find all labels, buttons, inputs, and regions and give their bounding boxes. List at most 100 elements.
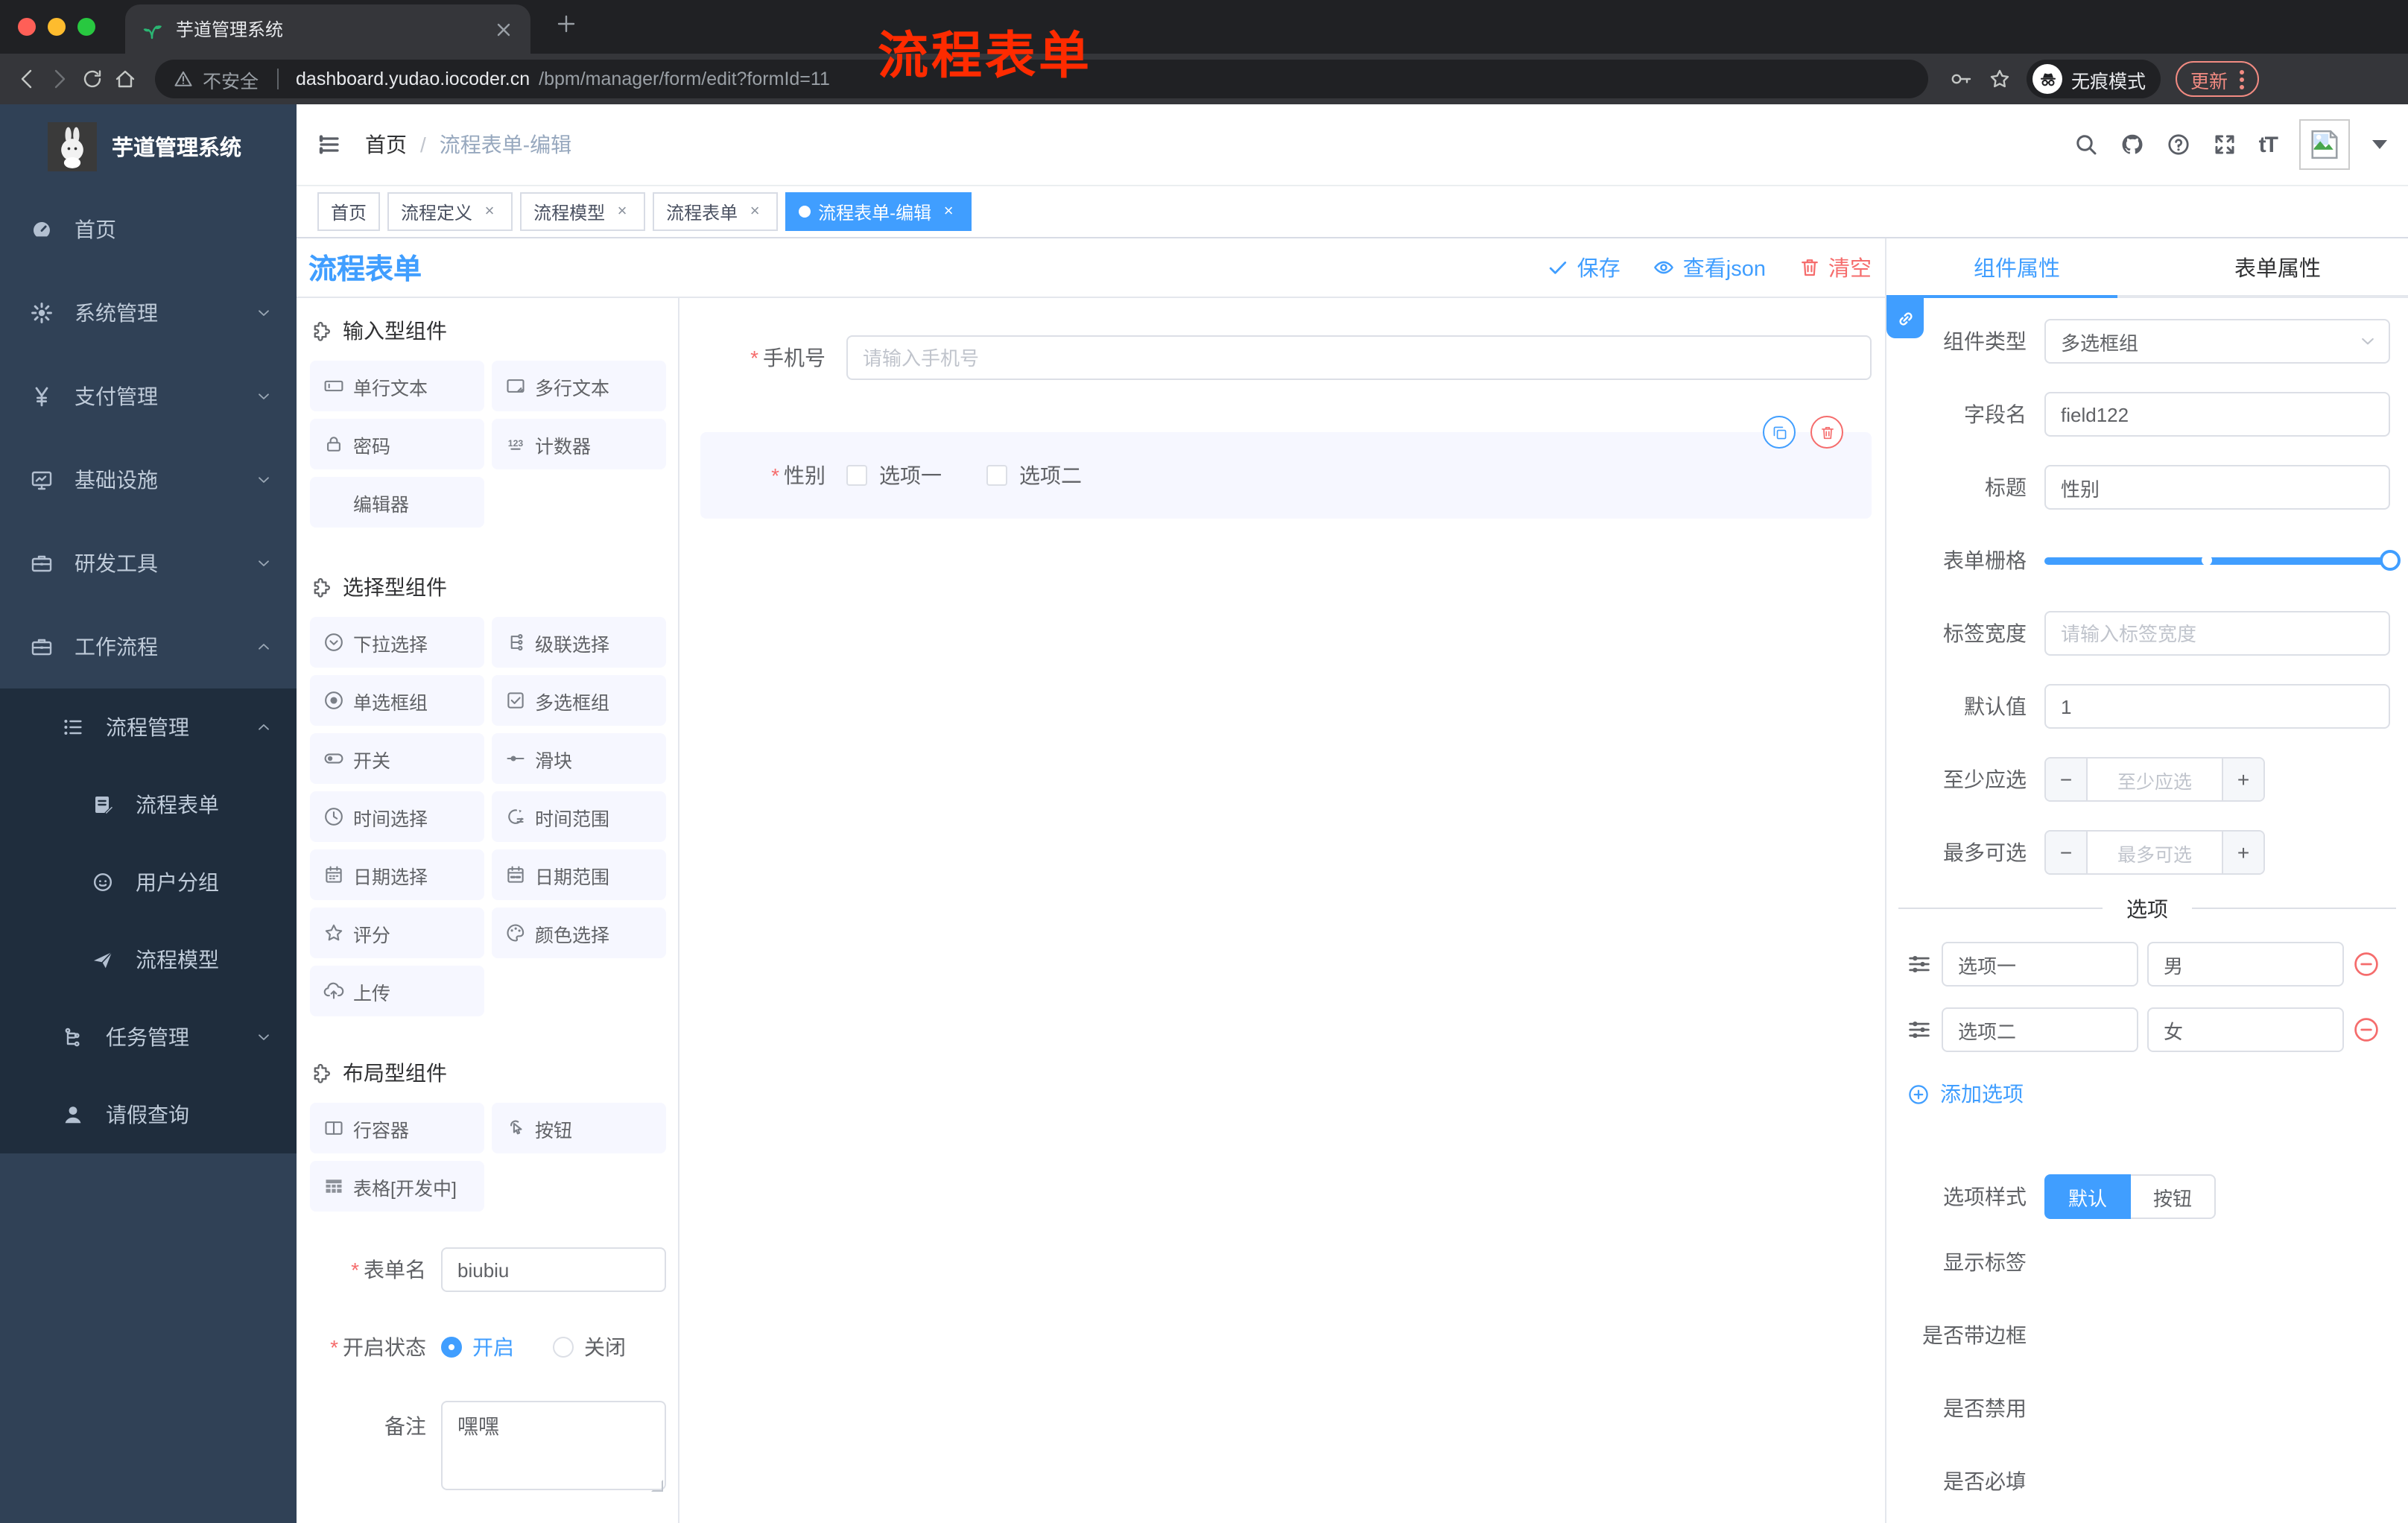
canvas-phone-field[interactable]: * 手机号	[700, 335, 1872, 380]
new-tab-button[interactable]	[554, 12, 578, 36]
component-type-select[interactable]: 多选框组	[2044, 319, 2390, 364]
font-size-icon[interactable]: tT	[2259, 132, 2278, 157]
sidebar-item-task-mgmt[interactable]: 任务管理	[0, 998, 297, 1076]
tag-process-model[interactable]: 流程模型 ×	[520, 192, 646, 231]
component-slider[interactable]: 滑块	[492, 733, 666, 784]
stepper-increase-button[interactable]: +	[2222, 832, 2263, 873]
checkbox-box[interactable]	[846, 465, 867, 486]
close-icon[interactable]: ×	[745, 202, 764, 221]
search-icon[interactable]	[2074, 133, 2098, 156]
component-cascader[interactable]: 级联选择	[492, 617, 666, 668]
component-checkbox-group[interactable]: 多选框组	[492, 675, 666, 726]
delete-component-button[interactable]	[1810, 416, 1843, 449]
component-upload[interactable]: 上传	[310, 966, 484, 1016]
style-button-button[interactable]: 按钮	[2131, 1174, 2217, 1219]
checkbox-box[interactable]	[986, 465, 1007, 486]
component-multi-text[interactable]: 多行文本	[492, 361, 666, 411]
fullscreen-icon[interactable]	[2213, 133, 2237, 156]
avatar[interactable]	[2299, 119, 2350, 170]
component-date-range[interactable]: 日期范围	[492, 849, 666, 900]
close-window-button[interactable]	[18, 18, 36, 36]
style-default-button[interactable]: 默认	[2044, 1174, 2132, 1219]
close-icon[interactable]: ×	[939, 202, 958, 221]
component-single-text[interactable]: 单行文本	[310, 361, 484, 411]
slider-track[interactable]	[2044, 550, 2401, 571]
bookmark-star-icon[interactable]	[1988, 67, 2012, 91]
field-name-input[interactable]	[2044, 392, 2390, 437]
component-table[interactable]: 表格[开发中]	[310, 1161, 484, 1212]
home-icon[interactable]	[113, 67, 137, 91]
component-time-picker[interactable]: 时间选择	[310, 791, 484, 842]
default-value-input[interactable]	[2044, 684, 2390, 729]
component-color-picker[interactable]: 颜色选择	[492, 908, 666, 958]
option-label-input[interactable]	[1942, 942, 2138, 987]
option-value-input[interactable]	[2147, 1007, 2344, 1052]
breadcrumb-home[interactable]: 首页	[365, 130, 407, 159]
avatar-caret-icon[interactable]	[2372, 140, 2387, 149]
title-input[interactable]	[2044, 465, 2390, 510]
tag-process-form[interactable]: 流程表单 ×	[653, 192, 779, 231]
option-label-input[interactable]	[1942, 1007, 2138, 1052]
canvas-gender-field-selected[interactable]: * 性别 选项一 选项二	[700, 416, 1872, 519]
copy-component-button[interactable]	[1763, 416, 1796, 449]
form-remark-textarea[interactable]: 嘿嘿	[441, 1401, 666, 1490]
tab-form-props[interactable]: 表单属性	[2147, 238, 2408, 295]
address-bar[interactable]: 不安全 dashboard.yudao.iocoder.cn/bpm/manag…	[155, 60, 1928, 98]
tag-process-definition[interactable]: 流程定义 ×	[387, 192, 513, 231]
sidebar-item-user-group[interactable]: 用户分组	[0, 843, 297, 921]
component-switch[interactable]: 开关	[310, 733, 484, 784]
browser-menu-icon[interactable]	[2240, 69, 2245, 89]
component-button[interactable]: 按钮	[492, 1103, 666, 1153]
sidebar-item-payment[interactable]: 支付管理	[0, 355, 297, 438]
browser-tab[interactable]: 芋道管理系统	[125, 4, 530, 54]
close-icon[interactable]: ×	[612, 202, 632, 221]
save-button[interactable]: 保存	[1547, 252, 1620, 283]
component-row-container[interactable]: 行容器	[310, 1103, 484, 1153]
remove-option-icon[interactable]	[2353, 951, 2380, 978]
github-icon[interactable]	[2120, 133, 2144, 156]
minimize-window-button[interactable]	[48, 18, 66, 36]
radio-open[interactable]: 开启	[441, 1332, 514, 1362]
back-icon[interactable]	[15, 67, 39, 91]
component-rate[interactable]: 评分	[310, 908, 484, 958]
help-icon[interactable]	[2167, 133, 2190, 156]
password-key-icon[interactable]	[1949, 67, 1973, 91]
component-editor[interactable]: 编辑器	[310, 477, 484, 528]
sidebar-item-system[interactable]: 系统管理	[0, 271, 297, 355]
update-button[interactable]: 更新	[2176, 61, 2260, 97]
stepper-placeholder[interactable]: 最多可选	[2088, 832, 2222, 873]
radio-closed[interactable]: 关闭	[553, 1332, 626, 1362]
view-json-button[interactable]: 查看json	[1653, 252, 1766, 283]
drag-handle-icon[interactable]	[1906, 1016, 1933, 1043]
remove-option-icon[interactable]	[2353, 1016, 2380, 1043]
option-value-input[interactable]	[2147, 942, 2344, 987]
component-date-picker[interactable]: 日期选择	[310, 849, 484, 900]
component-counter[interactable]: 123 计数器	[492, 419, 666, 469]
forward-icon[interactable]	[48, 67, 72, 91]
phone-input[interactable]	[846, 335, 1872, 380]
add-option-button[interactable]: 添加选项	[1907, 1079, 2408, 1109]
json-drawer-handle[interactable]	[1886, 298, 1924, 338]
sidebar-item-leave-query[interactable]: 请假查询	[0, 1076, 297, 1153]
component-password[interactable]: 密码	[310, 419, 484, 469]
form-name-input[interactable]	[441, 1247, 666, 1292]
stepper-increase-button[interactable]: +	[2222, 759, 2263, 800]
sidebar-item-process-form[interactable]: 流程表单	[0, 766, 297, 843]
sidebar-item-devtools[interactable]: 研发工具	[0, 522, 297, 605]
tag-process-form-edit[interactable]: 流程表单-编辑 ×	[785, 192, 972, 231]
sidebar-item-process-mgmt[interactable]: 流程管理	[0, 688, 297, 766]
grid-slider[interactable]	[2044, 538, 2401, 583]
sidebar-item-home[interactable]: 首页	[0, 188, 297, 271]
checkbox-option-1[interactable]: 选项一	[846, 460, 942, 490]
close-icon[interactable]: ×	[480, 202, 499, 221]
sidebar-item-infra[interactable]: 基础设施	[0, 438, 297, 522]
reload-icon[interactable]	[80, 67, 104, 91]
drag-handle-icon[interactable]	[1906, 951, 1933, 978]
component-select[interactable]: 下拉选择	[310, 617, 484, 668]
stepper-decrease-button[interactable]: −	[2046, 759, 2088, 800]
collapse-sidebar-icon[interactable]	[317, 133, 341, 156]
component-time-range[interactable]: 时间范围	[492, 791, 666, 842]
tab-close-icon[interactable]	[492, 17, 516, 41]
label-width-input[interactable]	[2044, 611, 2390, 656]
slider-handle[interactable]	[2380, 550, 2401, 571]
